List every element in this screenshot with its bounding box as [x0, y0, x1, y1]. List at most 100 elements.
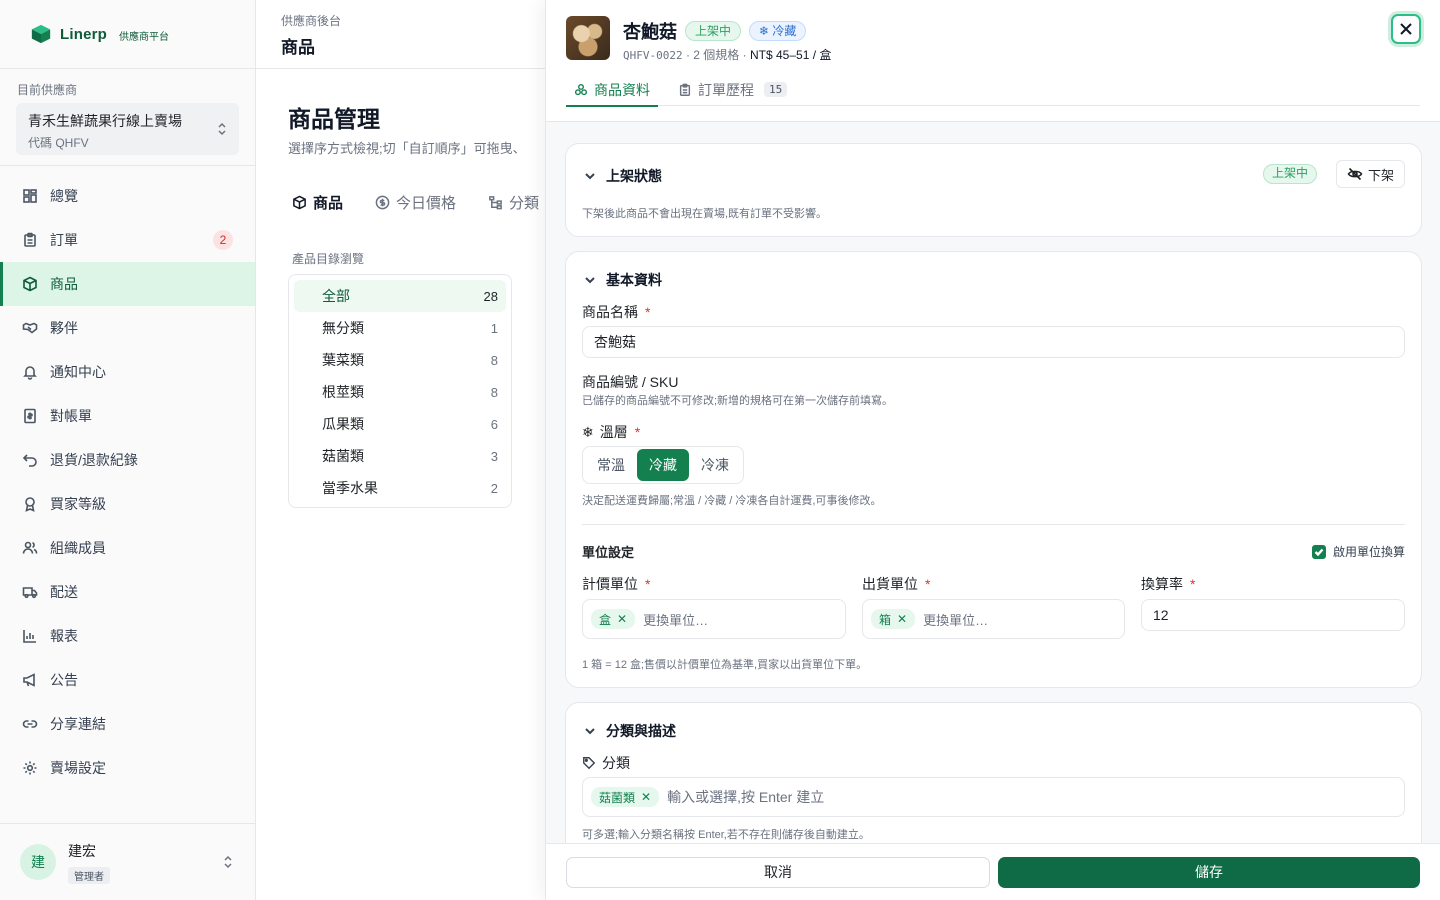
product-name-input[interactable]: 杏鮑菇 [582, 326, 1405, 358]
temperature-badge-label: 冷藏 [772, 24, 797, 38]
basic-info-card: 基本資料 商品名稱 * 杏鮑菇 商品編號 / SKU 已儲存的商品編號不可修改;新… [565, 251, 1422, 688]
tab-label: 商品 [313, 195, 344, 212]
category-name: 葉菜類 [322, 352, 364, 368]
sidebar-item-announcements[interactable]: 公告 [0, 658, 255, 702]
category-item[interactable]: 當季水果 2 [294, 472, 506, 504]
chip-remove-icon[interactable]: ✕ [617, 612, 627, 626]
undo-icon [22, 454, 37, 467]
category-placeholder: 輸入或選擇,按 Enter 建立 [667, 789, 825, 805]
tab-product-info[interactable]: 商品資料 [566, 73, 658, 107]
category-list: 全部 28 無分類 1 葉菜類 8 根莖類 8 瓜果類 6 菇菌類 3 當季水果 2 [288, 274, 512, 508]
grid-icon [23, 189, 37, 203]
price-unit-label: 計價單位 * [582, 574, 650, 594]
sidebar-item-share-links[interactable]: 分享連結 [0, 702, 255, 746]
required-mark: * [645, 304, 651, 320]
sidebar-item-statements[interactable]: 對帳單 [0, 394, 255, 438]
category-item[interactable]: 葉菜類 8 [294, 344, 506, 376]
cancel-button[interactable]: 取消 [566, 857, 990, 888]
chip-label: 盒 [599, 612, 612, 627]
sidebar-item-products[interactable]: 商品 [0, 262, 255, 306]
tab-order-history[interactable]: 訂單歷程 15 [670, 73, 795, 106]
category-section-toggle[interactable]: 分類與描述 [584, 721, 676, 741]
price-range: NT$ 45–51 / 盒 [750, 48, 832, 62]
category-item-all[interactable]: 全部 28 [294, 280, 506, 312]
tab-label: 今日價格 [396, 195, 457, 212]
save-button[interactable]: 儲存 [998, 857, 1420, 888]
tab-products[interactable]: 商品 [292, 192, 343, 213]
sidebar-item-returns[interactable]: 退貨/退款紀錄 [0, 438, 255, 482]
temp-option-frozen[interactable]: 冷凍 [689, 449, 741, 481]
category-name: 根莖類 [322, 384, 364, 400]
bar-chart-icon [23, 630, 36, 643]
chevron-down-icon [585, 728, 595, 735]
product-meta: QHFV-0022 · 2 個規格 · NT$ 45–51 / 盒 [623, 46, 831, 63]
category-count: 6 [490, 416, 498, 432]
conversion-ratio-input[interactable]: 12 [1141, 599, 1405, 631]
sidebar-item-label: 公告 [50, 672, 78, 688]
sidebar-item-label: 總覽 [50, 188, 78, 204]
drawer-header: 杏鮑菇 上架中 ❄ 冷藏 QHFV-0022 · 2 個規格 · NT$ 45–… [546, 0, 1440, 122]
product-name: 杏鮑菇 [623, 22, 677, 42]
sidebar-item-notifications[interactable]: 通知中心 [0, 350, 255, 394]
sidebar-item-members[interactable]: 組織成員 [0, 526, 255, 570]
close-drawer-button[interactable] [1391, 14, 1421, 44]
category-item[interactable]: 無分類 1 [294, 312, 506, 344]
sidebar-item-label: 分享連結 [50, 716, 106, 732]
sidebar-item-partners[interactable]: 夥伴 [0, 306, 255, 350]
chip-remove-icon[interactable]: ✕ [641, 790, 651, 804]
ship-unit-select[interactable]: 箱 ✕ 更換單位… [862, 599, 1125, 639]
price-unit-select[interactable]: 盒 ✕ 更換單位… [582, 599, 846, 639]
sidebar-item-label: 對帳單 [50, 408, 92, 424]
sku-label: 商品編號 / SKU [582, 374, 679, 390]
basic-section-toggle[interactable]: 基本資料 [584, 270, 662, 290]
sidebar-item-store-settings[interactable]: 賣場設定 [0, 746, 255, 790]
sidebar-item-label: 配送 [50, 584, 78, 600]
product-thumbnail [566, 16, 610, 60]
ship-unit-label: 出貨單位 * [862, 574, 930, 594]
tab-label: 訂單歷程 [698, 81, 754, 98]
vendor-switcher[interactable]: 青禾生鮮蔬果行線上賣場 代碼 QHFV [16, 103, 239, 155]
status-badge: 上架中 [685, 21, 742, 41]
category-input[interactable]: 菇菌類 ✕ 輸入或選擇,按 Enter 建立 [582, 777, 1405, 817]
chip-label: 箱 [879, 612, 892, 627]
category-item[interactable]: 菇菌類 3 [294, 440, 506, 472]
price-unit-placeholder: 更換單位… [643, 612, 709, 628]
divider [582, 524, 1405, 525]
sidebar-item-overview[interactable]: 總覽 [0, 174, 255, 218]
bell-icon [23, 366, 37, 380]
category-browser-label: 產品目錄瀏覽 [292, 252, 365, 266]
breadcrumb[interactable]: 供應商後台 [281, 12, 546, 29]
drawer-tabs: 商品資料 訂單歷程 15 [566, 73, 1420, 107]
temp-option-chilled[interactable]: 冷藏 [637, 449, 689, 481]
tab-categories[interactable]: 分類 [488, 192, 539, 213]
field-label: 計價單位 [582, 576, 638, 592]
sidebar-item-orders[interactable]: 訂單 2 [0, 218, 255, 262]
main-tabs: 商品 今日價格 分類 [292, 192, 546, 213]
user-menu[interactable]: 建 建宏 管理者 [0, 823, 255, 900]
sidebar-item-label: 買家等級 [50, 496, 106, 512]
unit-settings-title: 單位設定 [582, 545, 635, 560]
brand[interactable]: Linerp 供應商平台 [0, 0, 255, 69]
sidebar-item-reports[interactable]: 報表 [0, 614, 255, 658]
product-name-label: 商品名稱 * [582, 302, 650, 322]
ship-unit-placeholder: 更換單位… [923, 612, 989, 628]
tab-today-price[interactable]: 今日價格 [375, 192, 456, 213]
drawer-body[interactable]: 上架狀態 上架中 下架 下架後此商品不會出現在賣場,既有訂單不受影響。 基本資料… [546, 122, 1440, 843]
temp-option-ambient[interactable]: 常溫 [585, 449, 637, 481]
chip-remove-icon[interactable]: ✕ [897, 612, 907, 626]
unit-conversion-checkbox[interactable]: 啟用單位換算 [1311, 543, 1405, 560]
sidebar-item-buyer-tiers[interactable]: 買家等級 [0, 482, 255, 526]
link-icon [22, 720, 38, 728]
category-item[interactable]: 根莖類 8 [294, 376, 506, 408]
category-item[interactable]: 瓜果類 6 [294, 408, 506, 440]
unpublish-button[interactable]: 下架 [1335, 160, 1405, 188]
field-label: 溫層 [599, 424, 628, 440]
required-mark: * [645, 576, 651, 592]
gear-icon [23, 761, 37, 775]
orders-count-badge: 2 [213, 230, 233, 250]
page-description: 選擇序方式檢視;切「自訂順序」可拖曳、 [288, 141, 526, 156]
status-section-toggle[interactable]: 上架狀態 [584, 166, 662, 186]
sidebar-item-delivery[interactable]: 配送 [0, 570, 255, 614]
vendor-label: 目前供應商 [17, 83, 78, 97]
brand-name: Linerp [60, 25, 108, 43]
